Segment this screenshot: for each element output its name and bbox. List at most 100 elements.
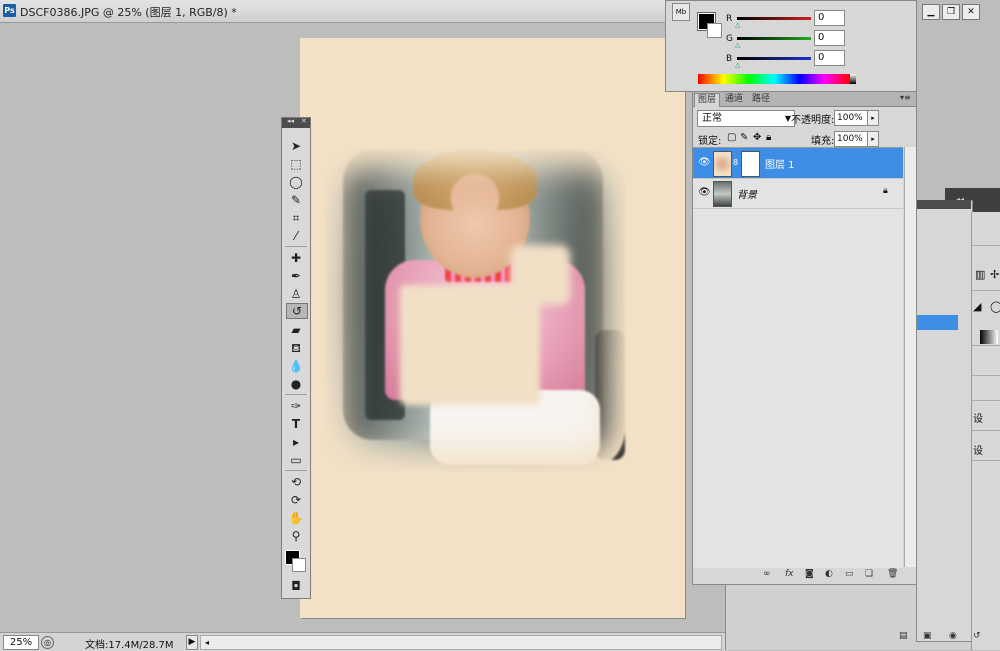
lock-position-icon[interactable]: ✥ bbox=[753, 132, 761, 143]
exposure-icon[interactable]: ◢ bbox=[973, 300, 981, 313]
close-icon[interactable]: ✕ bbox=[962, 4, 980, 20]
lasso-tool-icon[interactable]: ◯ bbox=[286, 174, 306, 190]
delete-layer-icon[interactable]: 🗑︎ bbox=[887, 569, 898, 579]
vibrance-icon[interactable]: ◯ bbox=[990, 300, 1000, 313]
vignette-edge bbox=[325, 150, 625, 470]
reset-icon[interactable]: ↺ bbox=[973, 631, 981, 641]
photoshop-logo-icon: Ps bbox=[3, 4, 16, 17]
tab-paths[interactable]: 路径 bbox=[749, 93, 773, 106]
background-color-swatch[interactable] bbox=[292, 558, 306, 572]
document-title: DSCF0386.JPG @ 25% (图层 1, RGB/8) * bbox=[20, 6, 237, 19]
3d-rotate-tool-icon[interactable]: ⟲ bbox=[286, 474, 306, 490]
visibility-icon[interactable]: ◉ bbox=[949, 631, 957, 641]
window-controls: ▁ ❐ ✕ bbox=[920, 4, 998, 20]
selected-preset-row[interactable] bbox=[916, 315, 958, 330]
document-size-info: 文档:17.4M/28.7M bbox=[85, 640, 174, 651]
brush-tool-icon[interactable]: ✒ bbox=[286, 268, 306, 284]
channel-b-slider[interactable] bbox=[737, 57, 811, 60]
eyedropper-tool-icon[interactable]: ⁄ bbox=[286, 228, 306, 244]
layer-mask-thumbnail[interactable] bbox=[741, 151, 760, 177]
close-icon[interactable]: ✕ bbox=[301, 117, 307, 125]
slider-handle-icon[interactable]: △ bbox=[735, 61, 740, 69]
levels-icon[interactable]: ▥ bbox=[975, 268, 985, 281]
opacity-slider-arrow-icon[interactable]: ▸ bbox=[867, 110, 879, 126]
clip-icon[interactable]: ▣ bbox=[923, 631, 932, 641]
healing-brush-tool-icon[interactable]: ✚ bbox=[286, 250, 306, 266]
type-tool-icon[interactable]: T bbox=[286, 416, 306, 432]
channel-g-slider[interactable] bbox=[737, 37, 811, 40]
eye-icon[interactable]: 👁︎ bbox=[698, 157, 711, 168]
slider-handle-icon[interactable]: △ bbox=[735, 41, 740, 49]
history-brush-tool-icon[interactable]: ↺ bbox=[286, 303, 308, 319]
dodge-tool-icon[interactable]: ● bbox=[286, 376, 306, 392]
3d-orbit-tool-icon[interactable]: ⟳ bbox=[286, 492, 306, 508]
lock-all-icon[interactable]: 🔒︎ bbox=[766, 132, 771, 143]
color-spectrum-bar[interactable] bbox=[698, 74, 850, 84]
curves-icon[interactable]: ✢ bbox=[990, 268, 999, 281]
eye-icon[interactable]: 👁︎ bbox=[698, 187, 711, 198]
zoom-icon[interactable]: ◎ bbox=[41, 636, 54, 649]
adjustment-icon[interactable]: ◐ bbox=[825, 569, 833, 579]
tools-panel: ◂◂ ✕ ➤ ⬚ ◯ ✎ ⌗ ⁄ ✚ ✒ ♙ ↺ ▰ ⛾ 💧 ● ✑ T ▸ ▭… bbox=[281, 117, 311, 599]
quick-mask-icon[interactable]: ◘ bbox=[286, 578, 306, 594]
group-icon[interactable]: ▭ bbox=[845, 569, 854, 579]
layer-thumbnail bbox=[713, 181, 732, 207]
channel-r-slider[interactable] bbox=[737, 17, 811, 20]
preset-item-1[interactable]: 设 bbox=[973, 410, 983, 425]
path-select-tool-icon[interactable]: ▸ bbox=[286, 434, 306, 450]
layer-row-background[interactable]: 👁︎ 背景 🔒︎ bbox=[693, 178, 903, 209]
scroll-left-icon[interactable]: ◂ bbox=[201, 636, 213, 649]
gradient-map-icon[interactable] bbox=[980, 330, 998, 344]
lock-pixels-icon[interactable]: ✎ bbox=[740, 132, 748, 143]
layer-name[interactable]: 背景 bbox=[737, 186, 757, 201]
add-mask-icon[interactable]: ◙ bbox=[805, 569, 814, 579]
tab-channels[interactable]: 通道 bbox=[722, 93, 746, 106]
collapse-icon[interactable]: ◂◂ bbox=[287, 117, 294, 125]
lock-transparency-icon[interactable]: ▢ bbox=[727, 132, 736, 143]
fill-slider-arrow-icon[interactable]: ▸ bbox=[867, 131, 879, 147]
mini-bridge-icon[interactable]: Mb bbox=[672, 3, 690, 21]
pen-tool-icon[interactable]: ✑ bbox=[286, 398, 306, 414]
clone-stamp-tool-icon[interactable]: ♙ bbox=[286, 286, 306, 302]
quick-select-tool-icon[interactable]: ✎ bbox=[286, 192, 306, 208]
tab-layers[interactable]: 图层 bbox=[694, 93, 721, 107]
move-tool-icon[interactable]: ➤ bbox=[286, 138, 306, 154]
preset-item-2[interactable]: 设 bbox=[973, 442, 983, 457]
status-menu-arrow-icon[interactable]: ▶ bbox=[186, 635, 198, 650]
restore-icon[interactable]: ❐ bbox=[942, 4, 960, 20]
mask-link-icon[interactable]: 8 bbox=[733, 158, 738, 167]
adjustments-panel-header[interactable] bbox=[916, 200, 971, 209]
layer-name[interactable]: 图层 1 bbox=[765, 156, 795, 171]
zoom-level-field[interactable]: 25% bbox=[3, 635, 39, 650]
layer-thumbnail bbox=[713, 151, 732, 177]
channel-g-value[interactable]: 0 bbox=[814, 30, 845, 46]
blend-mode-select[interactable]: 正常 ▼ bbox=[697, 110, 795, 127]
layers-list: 👁︎ 8 图层 1 👁︎ 背景 🔒︎ bbox=[693, 147, 903, 568]
background-color-chip[interactable] bbox=[707, 23, 722, 38]
minimize-icon[interactable]: ▁ bbox=[922, 4, 940, 20]
image-canvas[interactable] bbox=[300, 38, 685, 618]
tools-panel-header[interactable]: ◂◂ ✕ bbox=[282, 117, 310, 128]
layers-scrollbar[interactable] bbox=[904, 147, 916, 567]
crop-tool-icon[interactable]: ⌗ bbox=[286, 210, 306, 226]
marquee-tool-icon[interactable]: ⬚ bbox=[286, 156, 306, 172]
eraser-tool-icon[interactable]: ▰ bbox=[286, 322, 306, 338]
paint-bucket-tool-icon[interactable]: ⛾ bbox=[286, 340, 306, 356]
shape-tool-icon[interactable]: ▭ bbox=[286, 452, 306, 468]
black-white-ramp[interactable] bbox=[850, 74, 856, 84]
blur-tool-icon[interactable]: 💧 bbox=[286, 358, 306, 374]
horizontal-scrollbar[interactable]: ◂ bbox=[200, 635, 722, 650]
link-layers-icon[interactable]: ∞ bbox=[763, 569, 771, 579]
channel-b-value[interactable]: 0 bbox=[814, 50, 845, 66]
new-layer-icon[interactable]: ❏ bbox=[865, 569, 873, 579]
color-panel: Mb R △ 0 G △ 0 B △ 0 bbox=[665, 0, 917, 92]
zoom-tool-icon[interactable]: ⚲ bbox=[286, 528, 306, 544]
document-tab[interactable]: Ps DSCF0386.JPG @ 25% (图层 1, RGB/8) * bbox=[0, 0, 665, 23]
hand-tool-icon[interactable]: ✋ bbox=[286, 510, 306, 526]
fx-icon[interactable]: fx bbox=[785, 569, 794, 579]
layer-row-layer1[interactable]: 👁︎ 8 图层 1 bbox=[693, 148, 903, 179]
return-icon[interactable]: ▤ bbox=[899, 631, 908, 641]
slider-handle-icon[interactable]: △ bbox=[735, 21, 740, 29]
channel-r-value[interactable]: 0 bbox=[814, 10, 845, 26]
panel-menu-icon[interactable]: ▾≡ bbox=[900, 93, 911, 102]
